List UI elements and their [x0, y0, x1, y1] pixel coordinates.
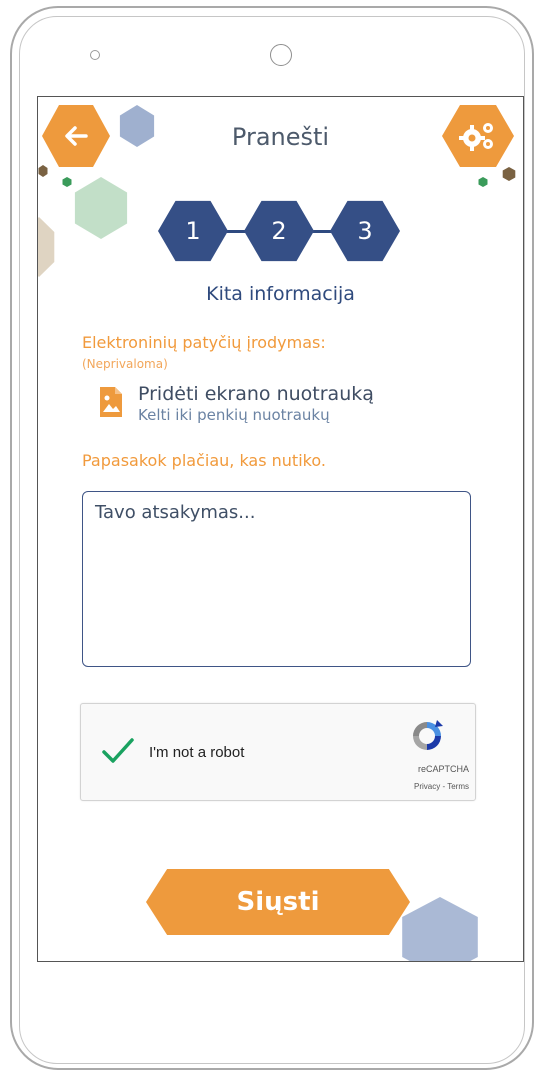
- gears-icon: [459, 123, 493, 151]
- settings-button[interactable]: [442, 104, 514, 168]
- captcha-links[interactable]: Privacy - Terms: [414, 782, 469, 791]
- decor-hex: [402, 897, 478, 961]
- add-screenshot-text: Pridėti ekrano nuotrauką Kelti iki penki…: [138, 383, 374, 425]
- decor-hex: [478, 177, 488, 187]
- step-2: 2: [244, 200, 314, 262]
- front-camera: [270, 44, 292, 66]
- decor-hex: [38, 165, 48, 177]
- camera-dot: [90, 50, 100, 60]
- send-button[interactable]: Siųsti: [146, 869, 410, 935]
- step-3: 3: [330, 200, 400, 262]
- decor-hex: [502, 167, 516, 181]
- step-1: 1: [158, 200, 228, 262]
- step-title: Kita informacija: [206, 283, 355, 305]
- recaptcha-logo-icon: [413, 720, 443, 750]
- app-screen: Pranešti 1 2 3 Kita informacija Elektron…: [37, 96, 524, 962]
- captcha-label: I'm not a robot: [149, 744, 245, 761]
- add-screenshot-subtitle: Kelti iki penkių nuotraukų: [138, 406, 330, 424]
- decor-hex: [74, 177, 128, 239]
- progress-stepper: 1 2 3: [158, 197, 400, 267]
- story-textarea[interactable]: Tavo atsakymas...: [82, 491, 471, 667]
- captcha-brand: reCAPTCHA: [417, 764, 469, 774]
- add-screenshot-button[interactable]: Pridėti ekrano nuotrauką Kelti iki penki…: [100, 383, 374, 425]
- evidence-label: Elektroninių patyčių įrodymas:: [82, 333, 326, 352]
- optional-note: (Neprivaloma): [82, 357, 168, 371]
- decor-hex: [38, 217, 55, 277]
- image-file-icon: [100, 387, 122, 417]
- story-placeholder: Tavo atsakymas...: [95, 502, 256, 523]
- decor-hex: [62, 177, 72, 187]
- story-label: Papasakok plačiau, kas nutiko.: [82, 451, 326, 470]
- recaptcha-widget: I'm not a robot reCAPTCHA Privacy - Term…: [80, 703, 476, 801]
- checkmark-icon[interactable]: [101, 736, 135, 766]
- add-screenshot-title: Pridėti ekrano nuotrauką: [138, 383, 374, 405]
